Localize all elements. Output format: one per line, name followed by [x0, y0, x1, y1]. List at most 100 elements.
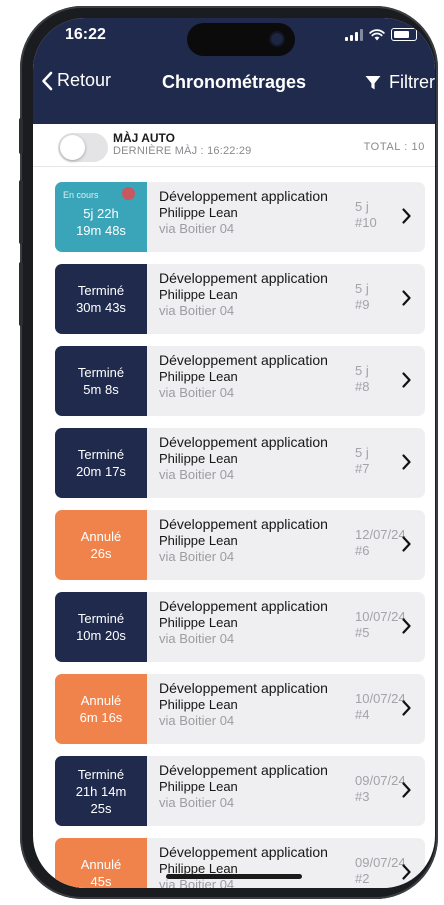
chevron-right-icon — [402, 536, 411, 552]
timing-card[interactable]: Terminé 5m 8s Développement application Phi… — [55, 346, 425, 416]
chevron-right-icon — [402, 782, 411, 798]
auto-update-label: MÀJ AUTO — [113, 131, 176, 145]
top-bar: 16:22 Retour Chronométrages Filtrer — [33, 18, 435, 124]
entry-meta: 5 j #8 — [355, 363, 369, 395]
entry-number: #8 — [355, 379, 370, 394]
entry-number: #3 — [355, 789, 370, 804]
chevron-right-icon — [402, 208, 411, 224]
entry-info: Développement application Philippe Lean vi… — [159, 434, 349, 483]
timing-card[interactable]: Terminé 20m 17s Développement application P… — [55, 428, 425, 498]
status-label: Terminé — [77, 283, 125, 298]
entry-date: 12/07/24 — [355, 527, 406, 542]
entry-title: Développement application — [159, 434, 328, 450]
entry-title: Développement application — [159, 762, 328, 778]
entry-number: #7 — [355, 461, 370, 476]
status-badge: Annulé 26s — [55, 510, 147, 580]
entry-info: Développement application Philippe Lean vi… — [159, 516, 349, 565]
duration-line-1: 20m 17s — [76, 464, 126, 479]
entry-info: Développement application Philippe Lean vi… — [159, 680, 349, 729]
chevron-right-icon — [402, 864, 411, 880]
camera-icon — [271, 33, 283, 45]
duration-line-1: 6m 16s — [79, 710, 123, 725]
entry-number: #4 — [355, 707, 370, 722]
battery-icon — [391, 28, 417, 41]
duration-line-2: 19m 48s — [76, 223, 126, 238]
entry-info: Développement application Philippe Lean vi… — [159, 762, 349, 811]
status-label: En cours — [63, 190, 99, 200]
entry-date: 5 j — [355, 281, 369, 296]
auto-update-toggle[interactable] — [58, 133, 108, 162]
entry-date: 5 j — [355, 363, 369, 378]
volume-up-button — [19, 180, 23, 244]
entry-device: via Boitier 04 — [159, 795, 235, 810]
status-badge: Terminé 30m 43s — [55, 264, 147, 334]
home-indicator[interactable] — [166, 874, 302, 879]
filter-button[interactable]: Filtrer — [365, 72, 435, 93]
entry-device: via Boitier 04 — [159, 385, 235, 400]
entry-title: Développement application — [159, 516, 328, 532]
last-update-label: DERNIÈRE MÀJ : 16:22:29 — [113, 145, 252, 157]
entry-device: via Boitier 04 — [159, 631, 235, 646]
chevron-right-icon — [402, 454, 411, 470]
auto-update-bar: MÀJ AUTO DERNIÈRE MÀJ : 16:22:29 TOTAL :… — [33, 124, 435, 167]
duration-line-1: 5j 22h — [83, 206, 119, 221]
entry-meta: 5 j #7 — [355, 445, 369, 477]
entry-meta: 5 j #10 — [355, 199, 377, 231]
entry-date: 09/07/24 — [355, 773, 406, 788]
status-label: Terminé — [77, 611, 125, 626]
entry-number: #5 — [355, 625, 370, 640]
entry-meta: 5 j #9 — [355, 281, 369, 313]
timing-card[interactable]: Terminé 30m 43s Développement application P… — [55, 264, 425, 334]
entry-meta: 09/07/24 #3 — [355, 773, 406, 805]
entry-device: via Boitier 04 — [159, 467, 235, 482]
timing-card[interactable]: En cours 5j 22h 19m 48s Développement appli… — [55, 182, 425, 252]
recording-dot-icon — [122, 187, 135, 200]
entry-device: via Boitier 04 — [159, 303, 235, 318]
entry-title: Développement application — [159, 352, 328, 368]
status-label: Terminé — [77, 365, 125, 380]
status-badge: Annulé 6m 16s — [55, 674, 147, 744]
status-label: Terminé — [77, 766, 125, 782]
status-time: 16:22 — [65, 26, 106, 43]
duration-line-1: 5m 8s — [83, 382, 119, 397]
entry-date: 10/07/24 — [355, 609, 406, 624]
entry-person: Philippe Lean — [159, 779, 238, 794]
filter-funnel-icon — [365, 75, 381, 89]
filter-label: Filtrer — [389, 72, 435, 92]
navigation-bar: Retour Chronométrages Filtrer — [33, 68, 435, 100]
timing-card[interactable]: Annulé 6m 16s Développement application Phi… — [55, 674, 425, 744]
cellular-signal-icon — [345, 28, 363, 41]
entry-title: Développement application — [159, 598, 328, 614]
wifi-icon — [369, 28, 385, 40]
duration-line-1: 45s — [90, 874, 112, 888]
entry-date: 10/07/24 — [355, 691, 406, 706]
timing-card[interactable]: Terminé 21h 14m 25s Développement applicati… — [55, 756, 425, 826]
timing-card[interactable]: Terminé 10m 20s Développement application P… — [55, 592, 425, 662]
action-button — [19, 118, 23, 154]
timing-card[interactable]: Annulé 45s Développement application Philip… — [55, 838, 425, 888]
status-badge: En cours 5j 22h 19m 48s — [55, 182, 147, 252]
entry-device: via Boitier 04 — [159, 713, 235, 728]
entry-title: Développement application — [159, 680, 328, 696]
chevron-right-icon — [402, 618, 411, 634]
entry-meta: 09/07/24 #2 — [355, 855, 406, 887]
entry-person: Philippe Lean — [159, 533, 238, 548]
status-badge: Terminé 5m 8s — [55, 346, 147, 416]
entry-info: Développement application Philippe Lean vi… — [159, 188, 349, 237]
entry-title: Développement application — [159, 844, 328, 860]
entry-title: Développement application — [159, 270, 328, 286]
status-label: Annulé — [80, 857, 122, 872]
entry-person: Philippe Lean — [159, 287, 238, 302]
duration-line-1: 30m 43s — [76, 300, 126, 315]
entry-number: #2 — [355, 871, 370, 886]
entry-info: Développement application Philippe Lean vi… — [159, 270, 349, 319]
volume-down-button — [19, 262, 23, 326]
chevron-right-icon — [402, 700, 411, 716]
entry-title: Développement application — [159, 188, 328, 204]
status-badge: Terminé 21h 14m 25s — [55, 756, 147, 826]
entry-number: #9 — [355, 297, 370, 312]
entry-person: Philippe Lean — [159, 615, 238, 630]
timing-card[interactable]: Annulé 26s Développement application Philip… — [55, 510, 425, 580]
entry-number: #6 — [355, 543, 370, 558]
chevron-right-icon — [402, 290, 411, 306]
